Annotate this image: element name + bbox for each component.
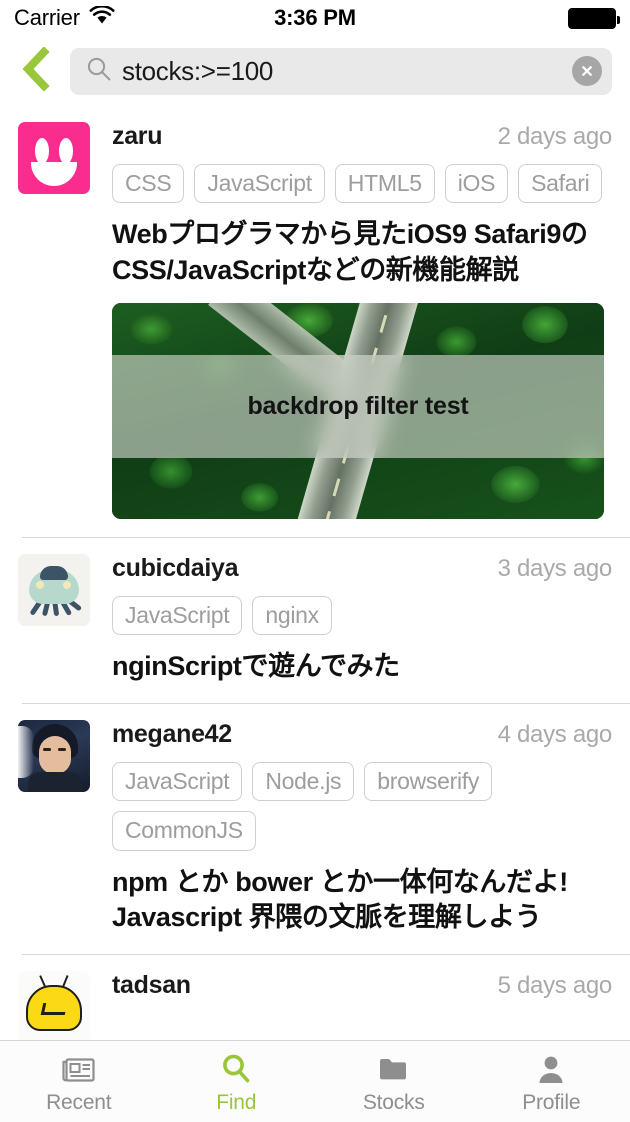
back-button[interactable] [10, 45, 62, 97]
post-title[interactable]: Webプログラマから見たiOS9 Safari9のCSS/JavaScriptな… [112, 217, 612, 288]
post-author[interactable]: megane42 [112, 720, 232, 749]
tag-chip[interactable]: Node.js [252, 761, 355, 802]
post-bottom-spacer [112, 685, 612, 703]
avatar-blush-left [36, 580, 44, 589]
avatar-eye-right [58, 747, 66, 751]
post-title[interactable]: nginScriptで遊んでみた [112, 649, 612, 685]
avatar-face [39, 735, 71, 774]
app-root: Carrier 3:36 PM stocks:>=100 zaru 2 days… [0, 0, 630, 1122]
tab-stocks[interactable]: Stocks [315, 1041, 473, 1122]
tag-chip[interactable]: HTML5 [334, 164, 435, 204]
tab-find[interactable]: Find [158, 1041, 316, 1122]
tab-label-recent: Recent [46, 1091, 112, 1114]
backdrop-filter-band: backdrop filter test [112, 354, 604, 459]
status-bar: Carrier 3:36 PM [0, 0, 630, 36]
post-timestamp: 3 days ago [497, 554, 613, 582]
post-timestamp: 4 days ago [497, 720, 613, 748]
tag-chip[interactable]: Safari [518, 164, 603, 204]
tag-chip[interactable]: browserify [364, 761, 493, 802]
search-icon [86, 56, 112, 87]
tab-label-find: Find [216, 1091, 257, 1114]
post-timestamp: 5 days ago [497, 971, 613, 999]
tag-chip[interactable]: CommonJS [112, 811, 256, 851]
tag-list: JavaScript nginx [112, 595, 612, 636]
avatar-blush-right [63, 580, 71, 589]
post-item[interactable]: cubicdaiya 3 days ago JavaScript nginx n… [0, 537, 630, 703]
post-body: tadsan 5 days ago [90, 971, 612, 1040]
post-item[interactable]: megane42 4 days ago JavaScript Node.js b… [0, 703, 630, 954]
thumbnail-forest-road[interactable]: backdrop filter test [112, 302, 604, 519]
avatar-zaru-smiley[interactable] [18, 122, 90, 194]
tab-bar: Recent Find Stocks Profile [0, 1040, 630, 1122]
tag-list: JavaScript Node.js browserify CommonJS [112, 761, 612, 851]
tag-chip[interactable]: JavaScript [194, 164, 325, 204]
backdrop-filter-label: backdrop filter test [247, 391, 469, 420]
post-timestamp: 2 days ago [497, 123, 613, 150]
post-item[interactable]: zaru 2 days ago CSS JavaScript HTML5 iOS… [0, 106, 630, 537]
avatar-cubicdaiya-jellyfish[interactable] [18, 553, 90, 626]
tab-label-profile: Profile [522, 1091, 581, 1114]
avatar-eye-right [59, 138, 73, 164]
post-item[interactable]: tadsan 5 days ago [0, 954, 630, 1040]
status-bar-time: 3:36 PM [274, 5, 356, 30]
avatar-face-mark [40, 1002, 68, 1015]
status-bar-right [568, 7, 620, 29]
folder-icon [376, 1052, 412, 1086]
post-body: zaru 2 days ago CSS JavaScript HTML5 iOS… [90, 122, 612, 537]
search-query-value[interactable]: stocks:>=100 [122, 56, 562, 87]
avatar-smile [31, 162, 77, 186]
avatar-eye-left [35, 138, 49, 164]
tab-profile[interactable]: Profile [473, 1041, 630, 1122]
avatar-megane42-portrait[interactable] [18, 719, 90, 792]
post-feed[interactable]: zaru 2 days ago CSS JavaScript HTML5 iOS… [0, 106, 630, 1040]
avatar-torso [28, 771, 82, 792]
post-title[interactable]: npm とか bower とか一体何なんだよ! Javascript 界隈の文脈… [112, 865, 612, 936]
post-header: zaru 2 days ago [112, 122, 612, 152]
tag-chip[interactable]: CSS [112, 164, 185, 204]
post-body: cubicdaiya 3 days ago JavaScript nginx n… [90, 554, 612, 703]
tag-chip[interactable]: JavaScript [112, 595, 243, 636]
post-body: megane42 4 days ago JavaScript Node.js b… [90, 720, 612, 954]
tab-label-stocks: Stocks [362, 1091, 425, 1114]
avatar-cap [40, 565, 68, 580]
battery-full-icon [568, 7, 620, 29]
post-bottom-spacer [112, 936, 612, 954]
tag-list: CSS JavaScript HTML5 iOS Safari [112, 164, 612, 204]
search-input[interactable]: stocks:>=100 [70, 47, 612, 95]
chevron-left-icon [19, 45, 53, 96]
post-author[interactable]: tadsan [112, 971, 191, 1000]
post-author[interactable]: cubicdaiya [112, 554, 239, 583]
avatar-tadsan-yellow[interactable] [18, 970, 90, 1040]
close-icon [582, 66, 592, 76]
avatar-eye-left [43, 747, 51, 751]
tag-chip[interactable]: JavaScript [112, 761, 243, 802]
post-author[interactable]: zaru [112, 122, 163, 151]
post-header: megane42 4 days ago [112, 720, 612, 750]
post-header: tadsan 5 days ago [112, 971, 612, 1001]
tab-recent[interactable]: Recent [0, 1041, 158, 1122]
tag-chip[interactable]: nginx [252, 595, 332, 636]
search-icon [219, 1052, 253, 1086]
newspaper-icon [61, 1052, 97, 1086]
search-bar: stocks:>=100 [0, 36, 630, 106]
post-header: cubicdaiya 3 days ago [112, 554, 612, 584]
tag-chip[interactable]: iOS [444, 164, 509, 204]
person-icon [535, 1052, 567, 1086]
clear-search-button[interactable] [572, 56, 602, 86]
avatar-light-glare [18, 725, 34, 778]
